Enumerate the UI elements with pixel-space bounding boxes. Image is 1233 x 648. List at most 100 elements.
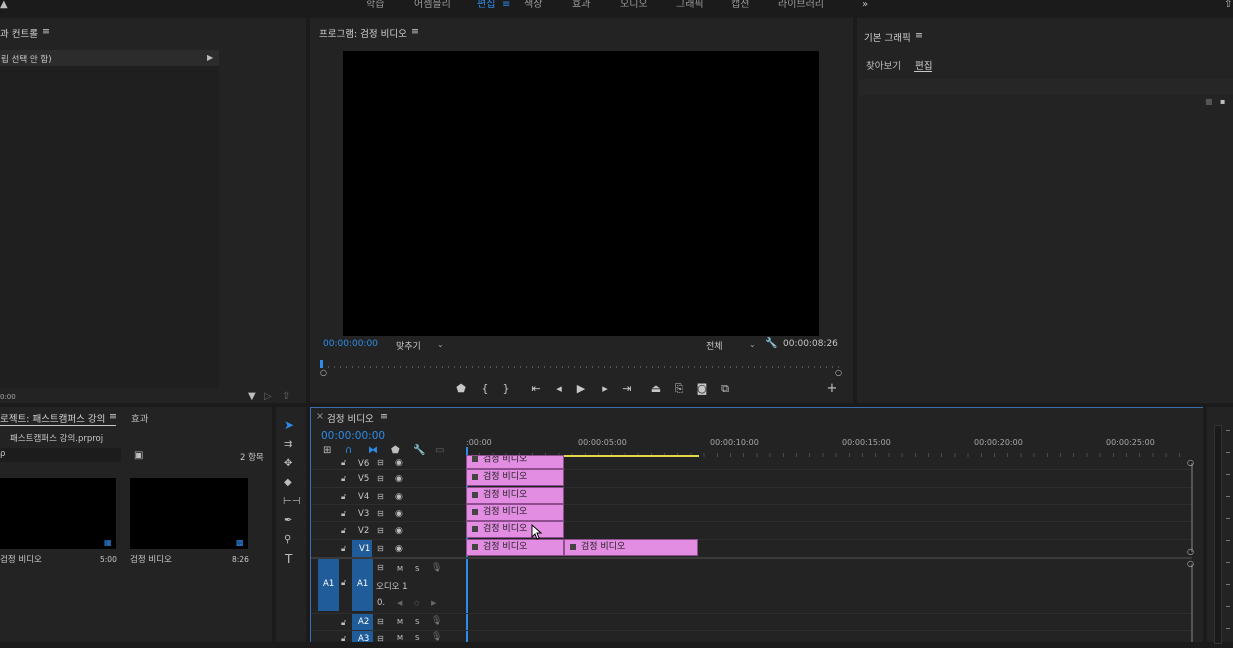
tab-browse[interactable]: 찾아보기 [866, 58, 901, 72]
time-ruler[interactable] [466, 437, 1192, 457]
extract-icon[interactable]: ⎘ [670, 381, 688, 397]
tab-audio[interactable]: 오디오 [620, 0, 648, 10]
track-label[interactable]: V3 [358, 509, 369, 519]
razor-tool-icon[interactable]: ◆ [284, 478, 292, 488]
more-workspaces-icon[interactable]: » [862, 0, 868, 10]
slip-tool-icon[interactable]: ⊢⊣ [283, 497, 300, 507]
track-label[interactable]: V4 [358, 492, 369, 502]
lift-icon[interactable]: ⏏ [647, 381, 665, 397]
step-back-icon[interactable]: ◂ [550, 381, 568, 397]
panel-menu-icon[interactable]: ≡ [42, 26, 50, 37]
eye-icon[interactable]: ◉ [395, 492, 403, 502]
new-bin-icon[interactable]: ▣ [134, 451, 143, 461]
project-title[interactable]: 로젝트: 패스트캠퍼스 강의 [0, 411, 105, 425]
add-button-icon[interactable]: + [823, 381, 841, 397]
lock-icon[interactable]: 🔓︎ [341, 474, 346, 484]
lock-icon[interactable]: 🔓︎ [341, 458, 346, 468]
sync-icon[interactable]: ⊟ [377, 509, 384, 519]
export-icon[interactable]: ⇪ [282, 392, 290, 402]
go-to-out-icon[interactable]: ⇥ [618, 381, 636, 397]
play-button-icon[interactable]: ▶ [572, 381, 590, 397]
project-item-thumb-2[interactable]: ▩ [130, 478, 248, 549]
sync-icon[interactable]: ⊟ [377, 563, 384, 573]
mute-button[interactable]: M [397, 618, 403, 626]
mute-button[interactable]: M [397, 565, 403, 573]
close-sequence-icon[interactable]: × [316, 411, 324, 422]
video-preview[interactable] [343, 51, 819, 336]
track-label[interactable]: V5 [358, 474, 369, 484]
program-scrub-bar[interactable]: ○ ○ [320, 360, 842, 377]
ripple-edit-tool-icon[interactable]: ✥ [284, 459, 292, 469]
track-label[interactable]: V6 [358, 459, 369, 469]
mark-in-icon[interactable]: { [476, 381, 494, 397]
eye-icon[interactable]: ◉ [395, 509, 403, 519]
audio-vertical-scrollbar[interactable] [1191, 564, 1193, 642]
type-tool-icon[interactable]: T [285, 553, 292, 565]
quality-dropdown-icon[interactable]: ⌄ [749, 340, 756, 349]
clip-v1-a[interactable]: 검정 비디오 [466, 539, 564, 556]
tab-edit-menu-icon[interactable]: ≡ [502, 0, 510, 10]
tab-captions[interactable]: 캡션 [731, 0, 749, 10]
audio-scroll-handle-icon[interactable]: ○ [1187, 559, 1194, 569]
sync-icon[interactable]: ⊟ [377, 458, 384, 468]
graphics-menu-icon[interactable]: ≡ [915, 30, 923, 41]
clip-v4[interactable]: 검정 비디오 [466, 487, 564, 504]
timeline-timecode[interactable]: 00:00:00:00 [321, 430, 385, 442]
lock-icon[interactable]: 🔓︎ [341, 544, 346, 554]
program-menu-icon[interactable]: ≡ [411, 26, 419, 37]
project-search-field[interactable]: ρ [0, 448, 121, 462]
clip-v5[interactable]: 검정 비디오 [466, 469, 564, 486]
scroll-handle-top-icon[interactable]: ○ [1187, 458, 1194, 468]
go-to-in-icon[interactable]: ⇤ [527, 381, 545, 397]
track-label-a1[interactable]: A1 [357, 579, 368, 589]
keyframe-next-icon[interactable]: ▶ [431, 598, 436, 608]
folder-icon[interactable]: ■ [1205, 97, 1213, 107]
lock-icon[interactable]: 🔓︎ [341, 509, 346, 519]
sync-icon[interactable]: ⊟ [377, 526, 384, 536]
share-icon[interactable]: ⇧ [1224, 0, 1232, 10]
clip-v3[interactable]: 검정 비디오 [466, 504, 564, 521]
selection-tool-icon[interactable]: ➤ [284, 419, 294, 431]
scroll-handle-bottom-icon[interactable]: ○ [1187, 547, 1194, 557]
step-forward-icon[interactable]: ▸ [596, 381, 614, 397]
zoom-tool-icon[interactable]: ⚲ [284, 535, 291, 545]
eye-icon[interactable]: ◉ [395, 544, 403, 554]
sync-icon[interactable]: ⊟ [377, 474, 384, 484]
track-label[interactable]: A3 [358, 634, 369, 644]
mic-icon[interactable]: 🎙︎ [431, 632, 442, 642]
program-monitor-title[interactable]: 프로그램: 검정 비디오 [319, 26, 407, 40]
project-item-thumb-1[interactable]: ▦ [0, 478, 116, 549]
mic-icon[interactable]: 🎙︎ [431, 616, 442, 626]
export-frame-icon[interactable]: ◙ [693, 381, 711, 397]
video-vertical-scrollbar[interactable] [1191, 463, 1193, 552]
essential-graphics-title[interactable]: 기본 그래픽 [864, 30, 911, 44]
lock-icon[interactable]: 🔓︎ [341, 492, 346, 502]
tab-edit[interactable]: 편집 [477, 0, 495, 10]
track-label[interactable]: A2 [358, 617, 369, 627]
solo-button[interactable]: S [415, 618, 419, 626]
sync-icon[interactable]: ⊟ [377, 634, 384, 644]
lock-icon[interactable]: 🔓︎ [341, 634, 346, 644]
quality-select[interactable]: 전체 [706, 339, 723, 352]
clip-v1-b[interactable]: 검정 비디오 [564, 539, 698, 556]
mark-out-icon[interactable]: } [497, 381, 515, 397]
comparison-view-icon[interactable]: ⧉ [716, 381, 734, 397]
clip-v6[interactable]: 검정 비디오 [466, 455, 564, 469]
pen-tool-icon[interactable]: ✒ [284, 516, 292, 526]
sync-icon[interactable]: ⊟ [377, 544, 384, 554]
tab-color[interactable]: 색상 [524, 0, 542, 10]
add-marker-icon[interactable]: ⬟ [452, 381, 470, 397]
lock-icon[interactable]: 🔓︎ [341, 526, 346, 536]
solo-button[interactable]: S [415, 634, 419, 642]
tab-graphics[interactable]: 그래픽 [676, 0, 704, 10]
wrench-icon[interactable]: 🔧 [765, 339, 777, 349]
play-only-icon[interactable]: ▷ [264, 392, 272, 402]
new-layer-icon[interactable]: ▪ [1220, 97, 1225, 107]
keyframe-prev-icon[interactable]: ◀ [397, 598, 402, 608]
tab-edit-graphics[interactable]: 편집 [915, 58, 932, 72]
eye-icon[interactable]: ◉ [395, 474, 403, 484]
tab-assembly[interactable]: 어셈블리 [414, 0, 451, 10]
track-label[interactable]: V2 [358, 526, 369, 536]
track-select-tool-icon[interactable]: ⇉ [284, 440, 292, 450]
tab-learn[interactable]: 학습 [366, 0, 384, 10]
